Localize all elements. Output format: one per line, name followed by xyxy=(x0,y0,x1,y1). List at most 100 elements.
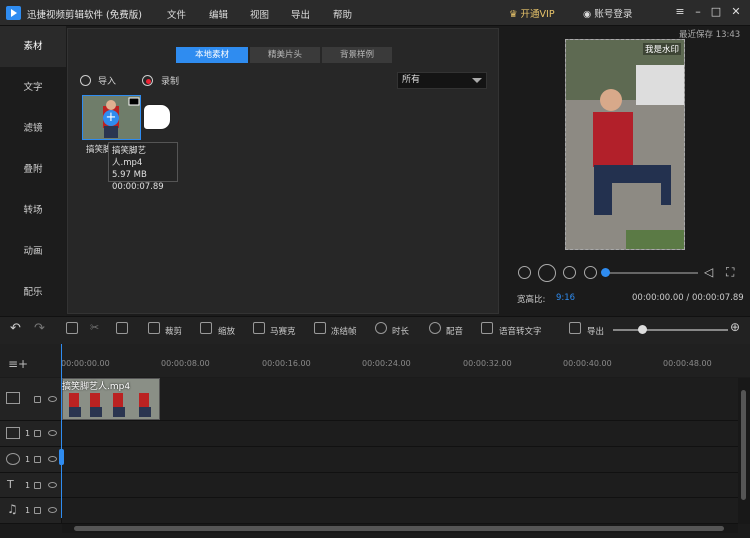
sidebar-item-material[interactable]: 素材 xyxy=(0,26,66,67)
text-track[interactable]: T1 xyxy=(0,473,750,498)
progress-knob[interactable] xyxy=(601,268,610,277)
sidebar: 素材 文字 滤镜 叠附 转场 动画 配乐 xyxy=(0,26,66,316)
export-icon[interactable] xyxy=(569,322,581,334)
filter-select[interactable]: 所有 xyxy=(397,72,487,89)
export-button[interactable]: 导出 xyxy=(587,325,604,337)
speech-to-text-icon[interactable] xyxy=(481,322,493,334)
tooltip-size: 5.97 MB xyxy=(112,170,147,180)
menu-view[interactable]: 视图 xyxy=(250,7,269,21)
zoom-in-icon[interactable]: ⊕ xyxy=(730,320,740,334)
menu-export[interactable]: 导出 xyxy=(291,7,310,21)
media-panel: 本地素材 精美片头 背景样例 导入 录制 所有 + 搞笑脚 搞笑脚艺人.mp4 … xyxy=(67,28,499,314)
eye-icon[interactable] xyxy=(48,396,57,402)
play-icon[interactable] xyxy=(538,264,556,282)
track-header: 1 xyxy=(0,421,62,446)
record-icon[interactable] xyxy=(142,75,153,86)
sidebar-item-animation[interactable]: 动画 xyxy=(0,231,66,272)
music-note-icon: ♫ xyxy=(7,502,18,516)
lock-icon[interactable] xyxy=(34,396,41,403)
menu-help[interactable]: 帮助 xyxy=(333,7,352,21)
stop-icon[interactable] xyxy=(584,266,597,279)
delete-icon[interactable] xyxy=(116,322,128,334)
eye-icon[interactable] xyxy=(48,482,57,488)
zoom-button[interactable]: 缩放 xyxy=(218,325,235,337)
overlay-icon xyxy=(6,453,20,465)
preview-frame-image xyxy=(566,40,684,249)
tab-intro[interactable]: 精美片头 xyxy=(250,47,320,63)
tooltip-filename: 搞笑脚艺人.mp4 xyxy=(112,146,147,168)
vip-button[interactable]: ♛ 开通VIP xyxy=(509,6,555,20)
zoom-tool-icon[interactable] xyxy=(200,322,212,334)
menu-file[interactable]: 文件 xyxy=(167,7,186,21)
rewind-icon[interactable] xyxy=(518,266,531,279)
eye-icon[interactable] xyxy=(48,430,57,436)
fullscreen-icon[interactable]: ⛶ xyxy=(726,265,734,280)
undo-icon[interactable]: ↶ xyxy=(10,321,21,336)
preview-video xyxy=(565,39,685,250)
ruler-tick-label: 00:00:40.00 xyxy=(563,359,612,368)
duration-icon[interactable] xyxy=(375,322,387,334)
track-number: 1 xyxy=(25,455,31,464)
playhead[interactable] xyxy=(61,344,62,518)
lock-icon[interactable] xyxy=(34,482,41,489)
import-button[interactable]: 导入 xyxy=(98,74,116,87)
maximize-icon[interactable]: □ xyxy=(709,5,723,19)
eye-icon[interactable] xyxy=(48,456,57,462)
aspect-ratio-label: 宽高比: xyxy=(517,295,546,305)
freeze-frame-button[interactable]: 冻结帧 xyxy=(331,325,357,337)
watermark-text[interactable]: 我是水印 xyxy=(643,43,682,55)
add-track-icon[interactable]: ≡+ xyxy=(8,357,28,371)
mosaic-icon[interactable] xyxy=(253,322,265,334)
login-label: 账号登录 xyxy=(594,9,633,20)
music-track[interactable]: ♫ 1 xyxy=(0,498,750,524)
sidebar-item-filter[interactable]: 滤镜 xyxy=(0,108,66,149)
freeze-frame-icon[interactable] xyxy=(314,322,326,334)
overlay-track[interactable]: 1 xyxy=(0,447,750,473)
timeline-zoom-slider[interactable] xyxy=(613,329,728,331)
microphone-icon[interactable] xyxy=(429,322,441,334)
redo-icon[interactable]: ↷ xyxy=(34,321,45,336)
tab-background[interactable]: 背景样例 xyxy=(322,47,392,63)
login-button[interactable]: ◉ 账号登录 xyxy=(583,6,632,20)
import-icon[interactable] xyxy=(80,75,91,86)
crop-button[interactable]: 裁剪 xyxy=(165,325,182,337)
media-thumbnail[interactable]: + xyxy=(82,95,141,140)
filter-value: 所有 xyxy=(402,75,421,85)
film-icon xyxy=(6,392,20,404)
aspect-ratio-value[interactable]: 9:16 xyxy=(556,293,575,303)
duration-button[interactable]: 时长 xyxy=(392,325,409,337)
close-icon[interactable]: ✕ xyxy=(729,5,743,19)
menu-edit[interactable]: 编辑 xyxy=(209,7,228,21)
sidebar-item-transition[interactable]: 转场 xyxy=(0,190,66,231)
lock-icon[interactable] xyxy=(34,507,41,514)
minimize-icon[interactable]: – xyxy=(691,5,705,19)
volume-icon[interactable]: ◁ xyxy=(704,265,713,279)
dubbing-button[interactable]: 配音 xyxy=(446,325,463,337)
playhead-handle[interactable] xyxy=(59,449,64,465)
timeline-horizontal-scrollbar[interactable] xyxy=(62,524,738,533)
sidebar-item-overlay[interactable]: 叠附 xyxy=(0,149,66,190)
add-to-timeline-icon[interactable]: + xyxy=(103,110,119,126)
lock-icon[interactable] xyxy=(34,430,41,437)
speech-to-text-button[interactable]: 语音转文字 xyxy=(499,325,542,337)
chevron-down-icon xyxy=(472,78,482,83)
sidebar-item-music[interactable]: 配乐 xyxy=(0,272,66,313)
playback-progress[interactable] xyxy=(605,272,698,274)
timeline-vertical-scrollbar[interactable] xyxy=(738,378,750,524)
ruler-tick-label: 00:00:32.00 xyxy=(463,359,512,368)
record-button[interactable]: 录制 xyxy=(161,74,179,87)
crop-icon[interactable] xyxy=(148,322,160,334)
edit-icon[interactable] xyxy=(66,322,78,334)
video-track-1[interactable]: 1 xyxy=(0,421,750,447)
eye-icon[interactable] xyxy=(48,507,57,513)
settings-icon[interactable]: ≡ xyxy=(673,5,687,19)
forward-icon[interactable] xyxy=(563,266,576,279)
save-time: 最近保存 13:43 xyxy=(679,30,741,40)
cut-icon[interactable]: ✂ xyxy=(90,321,99,334)
sidebar-item-text[interactable]: 文字 xyxy=(0,67,66,108)
tab-local-material[interactable]: 本地素材 xyxy=(176,47,248,63)
mosaic-button[interactable]: 马赛克 xyxy=(270,325,296,337)
timeline-zoom-knob[interactable] xyxy=(638,325,647,334)
vip-label: 开通VIP xyxy=(520,9,555,20)
lock-icon[interactable] xyxy=(34,456,41,463)
